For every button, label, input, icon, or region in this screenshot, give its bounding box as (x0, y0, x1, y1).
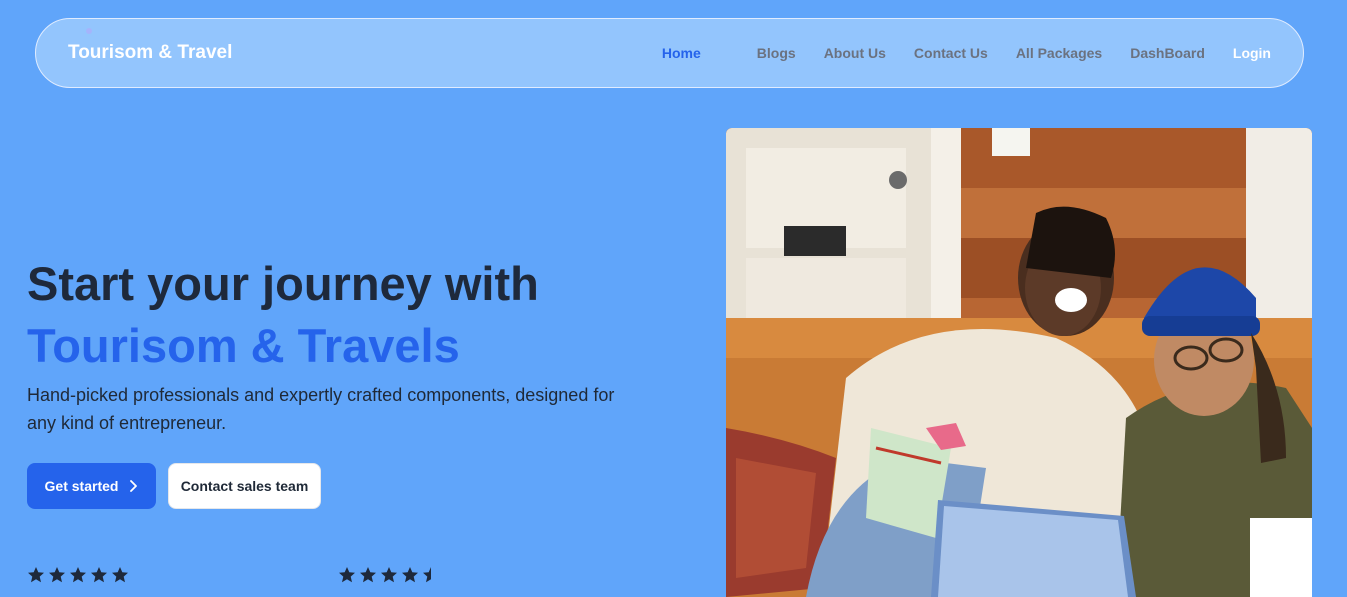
get-started-button[interactable]: Get started (27, 463, 156, 509)
nav-link-dashboard[interactable]: DashBoard (1130, 45, 1205, 61)
star-icon (360, 567, 376, 583)
chevron-right-icon (130, 480, 138, 492)
star-icon (91, 567, 107, 583)
nav-link-home[interactable]: Home (662, 45, 701, 61)
star-icon (402, 567, 418, 583)
brand-name: Tourisom & Travel (68, 42, 233, 63)
star-icon (28, 567, 44, 583)
hero-title-accent: Tourisom & Travels (27, 319, 460, 372)
brand-logo[interactable]: Tourisom & Travel (68, 28, 233, 64)
get-started-label: Get started (44, 478, 119, 494)
nav-link-blogs[interactable]: Blogs (757, 45, 796, 61)
star-icon (70, 567, 86, 583)
rating-stars (338, 566, 440, 584)
contact-sales-button[interactable]: Contact sales team (168, 463, 321, 509)
nav-link-all-packages[interactable]: All Packages (1016, 45, 1102, 61)
star-icon (339, 567, 355, 583)
hero-photo (726, 128, 1312, 597)
hero-title: Start your journey with Tourisom & Trave… (27, 253, 539, 377)
brand-dot-icon (86, 28, 92, 34)
nav-links: Home Blogs About Us Contact Us All Packa… (634, 45, 1271, 61)
rating-stars (27, 566, 129, 584)
hero-description: Hand-picked professionals and expertly c… (27, 385, 615, 433)
star-icon (49, 567, 65, 583)
navbar: Tourisom & Travel Home Blogs About Us Co… (35, 18, 1304, 88)
nav-link-about-us[interactable]: About Us (824, 45, 886, 61)
nav-link-contact-us[interactable]: Contact Us (914, 45, 988, 61)
nav-link-login[interactable]: Login (1233, 45, 1271, 61)
hero-title-line1: Start your journey with (27, 257, 539, 310)
star-icon (423, 567, 431, 583)
star-icon (112, 567, 128, 583)
corner-decoration (1250, 518, 1312, 597)
hero-image (726, 128, 1312, 597)
star-icon (381, 567, 397, 583)
